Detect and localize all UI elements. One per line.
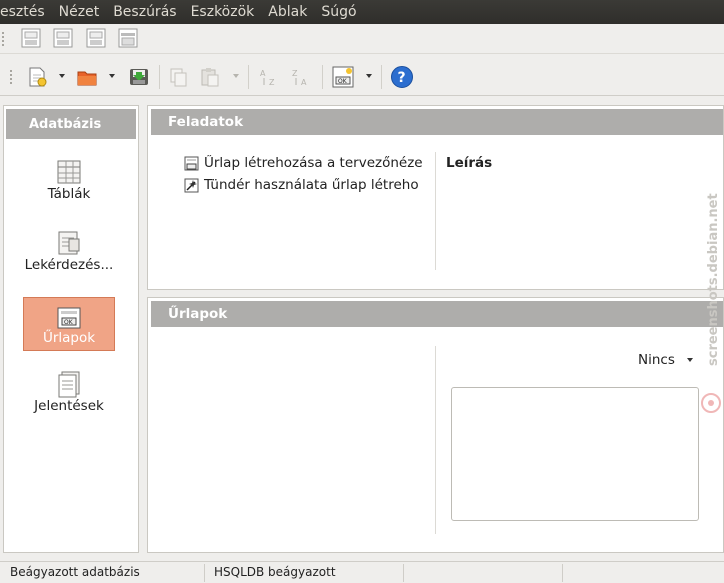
standard-toolbar: AZ ZA OK ? [0,58,724,96]
task-form-wizard-label: Tündér használata űrlap létreho [204,177,419,193]
menu-insert[interactable]: Beszúrás [109,4,180,20]
status-divider [204,564,205,582]
paste-icon [201,68,219,87]
status-bar: Beágyazott adatbázis HSQLDB beágyazott [0,561,724,583]
open-button[interactable] [75,65,99,89]
status-engine: HSQLDB beágyazott [214,565,336,579]
svg-text:OK: OK [64,319,74,326]
sort-ascending-button[interactable]: AZ [257,65,281,89]
chevron-down-icon [686,358,693,362]
forms-divider [435,346,436,534]
toolbar-grip[interactable] [2,32,5,46]
form-icon: OK [332,66,354,88]
edit-form-icon [53,28,73,48]
save-button[interactable] [127,65,151,89]
save-icon [130,69,148,85]
open-form-icon [21,28,41,48]
form-dropdown-arrow[interactable] [366,74,372,78]
forms-panel-header: Űrlapok [151,301,723,327]
new-dropdown-arrow[interactable] [59,74,65,78]
menu-bar: esztés Nézet Beszúrás Eszközök Ablak Súg… [0,0,724,24]
sort-descending-button[interactable]: ZA [289,65,313,89]
preview-select[interactable]: Nincs [638,352,693,368]
status-database-type: Beágyazott adatbázis [10,565,140,579]
copy-icon [170,68,187,87]
database-panel-header: Adatbázis [6,109,136,139]
edit-object-button[interactable] [51,26,75,50]
toolbar-grip[interactable] [10,70,13,84]
toolbar-separator [248,65,249,89]
task-create-form-design[interactable]: Űrlap létrehozása a tervezőnézet [184,155,422,171]
watermark: screenshots.debian.net [701,193,721,413]
svg-text:?: ? [398,70,406,86]
rename-object-button[interactable] [116,26,140,50]
paste-dropdown-arrow[interactable] [233,74,239,78]
open-object-button[interactable] [19,26,43,50]
menu-view[interactable]: Nézet [55,4,104,20]
watermark-text: screenshots.debian.net [706,193,721,366]
menu-window[interactable]: Ablak [264,4,311,20]
description-title: Leírás [446,155,493,171]
svg-text:OK: OK [338,78,348,85]
object-toolbar [0,24,724,54]
forms-icon: OK [57,307,81,329]
sidebar-item-forms-label: Űrlapok [42,330,96,346]
tables-icon [57,160,81,184]
sort-descending-icon: ZA [292,69,307,87]
toolbar-separator [159,65,160,89]
reports-icon [58,371,80,398]
help-icon: ? [391,66,413,88]
menu-help[interactable]: Súgó [317,4,360,20]
task-create-form-design-label: Űrlap létrehozása a tervezőnézet [204,155,422,171]
delete-object-button[interactable] [84,26,108,50]
svg-text:Z: Z [292,69,298,78]
sidebar-item-queries-label: Lekérdezés... [24,257,114,273]
open-dropdown-arrow[interactable] [109,74,115,78]
menu-insert-partial[interactable]: esztés [0,4,49,20]
sidebar-item-queries[interactable]: Lekérdezés... [23,223,115,277]
toolbar-separator [322,65,323,89]
new-document-button[interactable] [25,65,49,89]
status-divider [403,564,404,582]
new-document-icon [29,67,47,87]
preview-box [451,387,699,521]
menu-tools[interactable]: Eszközök [187,4,259,20]
svg-text:A: A [301,78,307,87]
sort-ascending-icon: AZ [260,69,275,87]
help-button[interactable]: ? [390,65,414,89]
database-panel: Adatbázis Táblák Lekérdezés... OK Űrlapo… [3,105,139,553]
tasks-panel: Feladatok Űrlap létrehozása a tervezőnéz… [147,105,724,290]
svg-text:A: A [260,69,266,78]
rename-form-icon [118,28,138,48]
tasks-panel-header: Feladatok [151,109,723,135]
svg-text:Z: Z [269,78,275,87]
status-divider [562,564,563,582]
sidebar-item-tables-label: Táblák [47,186,91,202]
toolbar-separator [381,65,382,89]
tasks-divider [435,152,436,270]
folder-icon [77,71,97,86]
sidebar-item-tables[interactable]: Táblák [23,152,115,206]
task-form-wizard[interactable]: Tündér használata űrlap létreho [184,177,422,193]
sidebar-item-reports[interactable]: Jelentések [23,364,115,418]
form-design-icon [184,156,199,170]
copy-button[interactable] [166,65,190,89]
sidebar-item-reports-label: Jelentések [34,398,104,414]
wizard-icon [184,178,199,192]
form-button[interactable]: OK [331,65,355,89]
sidebar-item-forms[interactable]: OK Űrlapok [23,297,115,351]
queries-icon [58,231,80,255]
delete-form-icon [86,28,106,48]
forms-panel: Űrlapok Nincs [147,297,724,553]
preview-select-value: Nincs [638,352,675,368]
paste-button[interactable] [198,65,222,89]
